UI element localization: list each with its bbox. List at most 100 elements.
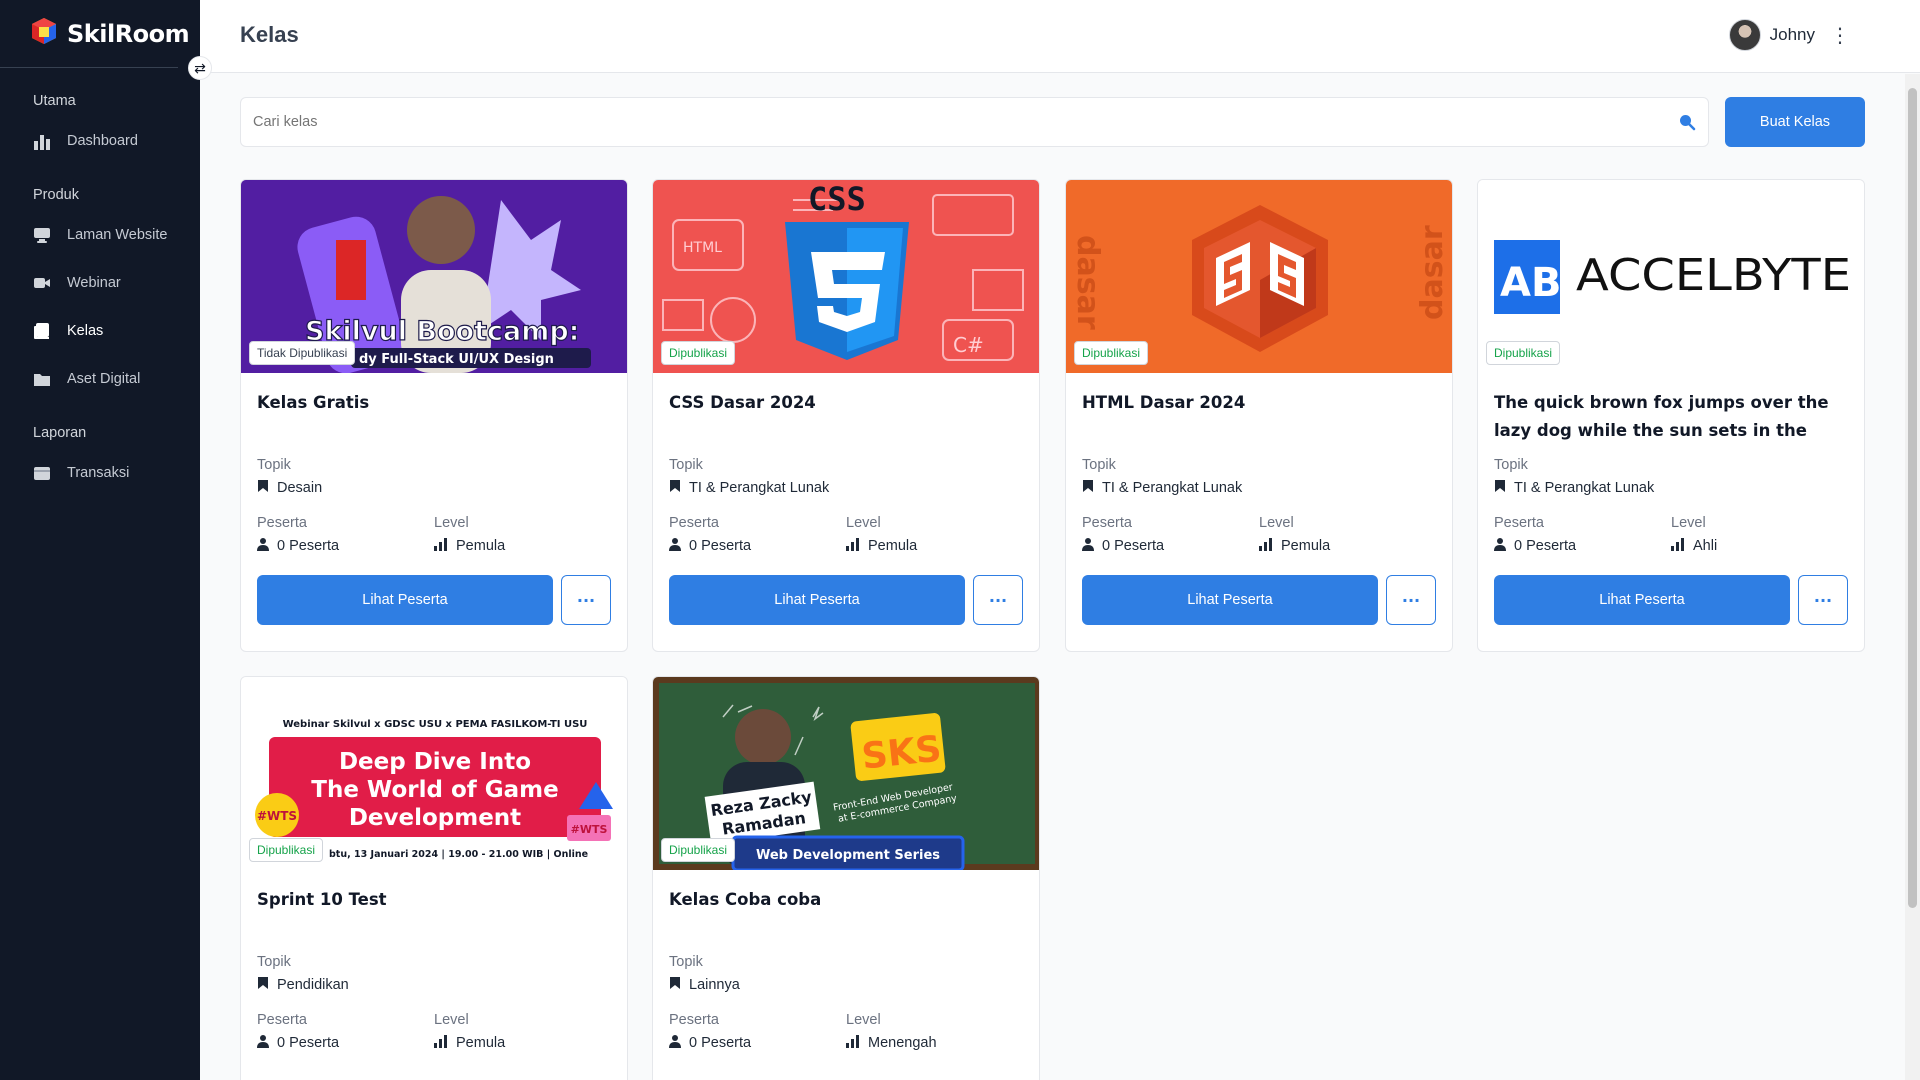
course-card: Reza Zacky Ramadan SKS Front-End Web Dev… (652, 676, 1040, 1080)
topic-text: Desain (277, 480, 323, 496)
page-scrollbar[interactable] (1905, 74, 1920, 1080)
create-class-button[interactable]: Buat Kelas (1725, 97, 1865, 147)
search-input[interactable] (241, 98, 1708, 146)
signal-bars-icon (846, 1034, 860, 1052)
status-badge: Dipublikasi (249, 838, 324, 862)
user-menu[interactable]: Johny ⋮ (1728, 19, 1850, 51)
course-thumbnail[interactable]: HTML C# CSS Dipublikasi (653, 180, 1039, 373)
view-participants-button[interactable]: Lihat Peserta (1494, 575, 1790, 625)
bookmark-icon (669, 976, 681, 994)
course-thumbnail[interactable]: AB ACCELBYTE Dipublikasi (1478, 180, 1864, 373)
more-options-button[interactable]: ··· (1386, 575, 1436, 625)
monitor-icon (33, 226, 51, 244)
participants-text: 0 Peserta (689, 538, 752, 554)
view-participants-button[interactable]: Lihat Peserta (257, 575, 553, 625)
search-icon[interactable] (1678, 113, 1696, 131)
level-label: Level (1259, 515, 1294, 531)
scrollbar-thumb[interactable] (1908, 88, 1917, 908)
sidebar-item-label: Aset Digital (67, 371, 141, 387)
level-text: Pemula (1281, 538, 1331, 554)
page-title: Kelas (240, 22, 299, 47)
video-icon (33, 274, 51, 292)
participants-label: Peserta (669, 515, 719, 531)
signal-bars-icon (1671, 537, 1685, 555)
thumb-side-text-right: dasar (1415, 225, 1450, 320)
bookmark-icon (669, 479, 681, 497)
sidebar-item-kelas[interactable]: Kelas (0, 307, 200, 355)
level-value: Menengah (846, 1034, 1023, 1052)
nav-section-utama: Utama (33, 93, 76, 109)
participants-text: 0 Peserta (689, 1035, 752, 1051)
signal-bars-icon (434, 537, 448, 555)
sidebar-item-aset-digital[interactable]: Aset Digital (0, 355, 200, 403)
signal-bars-icon (1259, 537, 1273, 555)
course-thumbnail[interactable]: Reza Zacky Ramadan SKS Front-End Web Dev… (653, 677, 1039, 870)
sidebar-item-label: Transaksi (67, 465, 130, 481)
level-text: Pemula (456, 538, 506, 554)
course-thumbnail[interactable]: Skilvul Bootcamp: dy Full-Stack UI/UX De… (241, 180, 627, 373)
course-title[interactable]: Kelas Gratis (257, 389, 611, 445)
course-card: HTML C# CSS Dipublikasi CSS Dasar 2024 T… (652, 179, 1040, 652)
sidebar-toggle-icon[interactable]: ⇄ (188, 56, 212, 80)
level-label: Level (434, 515, 469, 531)
level-text: Ahli (1693, 538, 1718, 554)
participants-value: 0 Peserta (669, 537, 846, 555)
sidebar-item-dashboard[interactable]: Dashboard (0, 117, 200, 165)
topic-value: TI & Perangkat Lunak (1082, 479, 1436, 497)
participants-text: 0 Peserta (277, 538, 340, 554)
thumb-subtitle-text: dy Full-Stack UI/UX Design (359, 352, 554, 367)
thumb-date-text: btu, 13 Januari 2024 | 19.00 - 21.00 WIB… (329, 849, 588, 860)
course-title[interactable]: Kelas Coba coba (669, 886, 1023, 942)
sidebar-item-laman-website[interactable]: Laman Website (0, 211, 200, 259)
topic-text: TI & Perangkat Lunak (1102, 480, 1243, 496)
thumb-html-text: HTML (683, 240, 722, 256)
topic-text: TI & Perangkat Lunak (689, 480, 830, 496)
topic-label: Topik (257, 954, 291, 970)
bar-chart-icon (33, 132, 51, 150)
user-icon (669, 537, 681, 555)
level-value: Pemula (1259, 537, 1436, 555)
course-thumbnail[interactable]: Webinar Skilvul x GDSC USU x PEMA FASILK… (241, 677, 627, 870)
course-title[interactable]: HTML Dasar 2024 (1082, 389, 1436, 445)
course-title[interactable]: Sprint 10 Test (257, 886, 611, 942)
topic-text: Lainnya (689, 977, 740, 993)
header: Kelas Johny ⋮ (200, 0, 1920, 73)
user-icon (257, 537, 269, 555)
level-text: Menengah (868, 1035, 937, 1051)
participants-label: Peserta (1494, 515, 1544, 531)
skilroom-logo-icon (29, 16, 59, 51)
more-options-button[interactable]: ··· (1798, 575, 1848, 625)
sidebar-item-webinar[interactable]: Webinar (0, 259, 200, 307)
participants-text: 0 Peserta (277, 1035, 340, 1051)
thumb-css-text: CSS (808, 180, 866, 218)
topic-value: Pendidikan (257, 976, 611, 994)
topic-value: TI & Perangkat Lunak (669, 479, 1023, 497)
view-participants-button[interactable]: Lihat Peserta (1082, 575, 1378, 625)
course-title[interactable]: CSS Dasar 2024 (669, 389, 1023, 445)
sidebar-item-label: Laman Website (67, 227, 168, 243)
more-options-button[interactable]: ··· (561, 575, 611, 625)
sidebar-item-transaksi[interactable]: Transaksi (0, 449, 200, 497)
bookmark-icon (1494, 479, 1506, 497)
sidebar: SkilRoom Utama Dashboard Produk Laman We… (0, 0, 200, 1080)
thumb-title-line3: Development (349, 805, 521, 831)
status-badge: Dipublikasi (1486, 341, 1561, 365)
course-thumbnail[interactable]: dasar dasar Dipublikasi (1066, 180, 1452, 373)
main-content: Buat Kelas Skilvul Bootcamp: dy Full-Sta… (200, 74, 1905, 1080)
participants-text: 0 Peserta (1102, 538, 1165, 554)
more-options-button[interactable]: ··· (973, 575, 1023, 625)
level-text: Pemula (868, 538, 918, 554)
thumb-side-text-left: dasar (1070, 235, 1105, 330)
participants-value: 0 Peserta (669, 1034, 846, 1052)
sidebar-item-label: Webinar (67, 275, 121, 291)
course-title[interactable]: The quick brown fox jumps over the lazy … (1494, 389, 1848, 445)
avatar (1728, 19, 1761, 51)
nav-section-produk: Produk (33, 187, 79, 203)
level-value: Pemula (846, 537, 1023, 555)
course-card: Webinar Skilvul x GDSC USU x PEMA FASILK… (240, 676, 628, 1080)
more-vertical-icon[interactable]: ⋮ (1830, 23, 1850, 48)
view-participants-button[interactable]: Lihat Peserta (669, 575, 965, 625)
brand[interactable]: SkilRoom (0, 0, 190, 68)
status-badge: Tidak Dipublikasi (249, 341, 356, 365)
sidebar-item-label: Kelas (67, 323, 104, 339)
